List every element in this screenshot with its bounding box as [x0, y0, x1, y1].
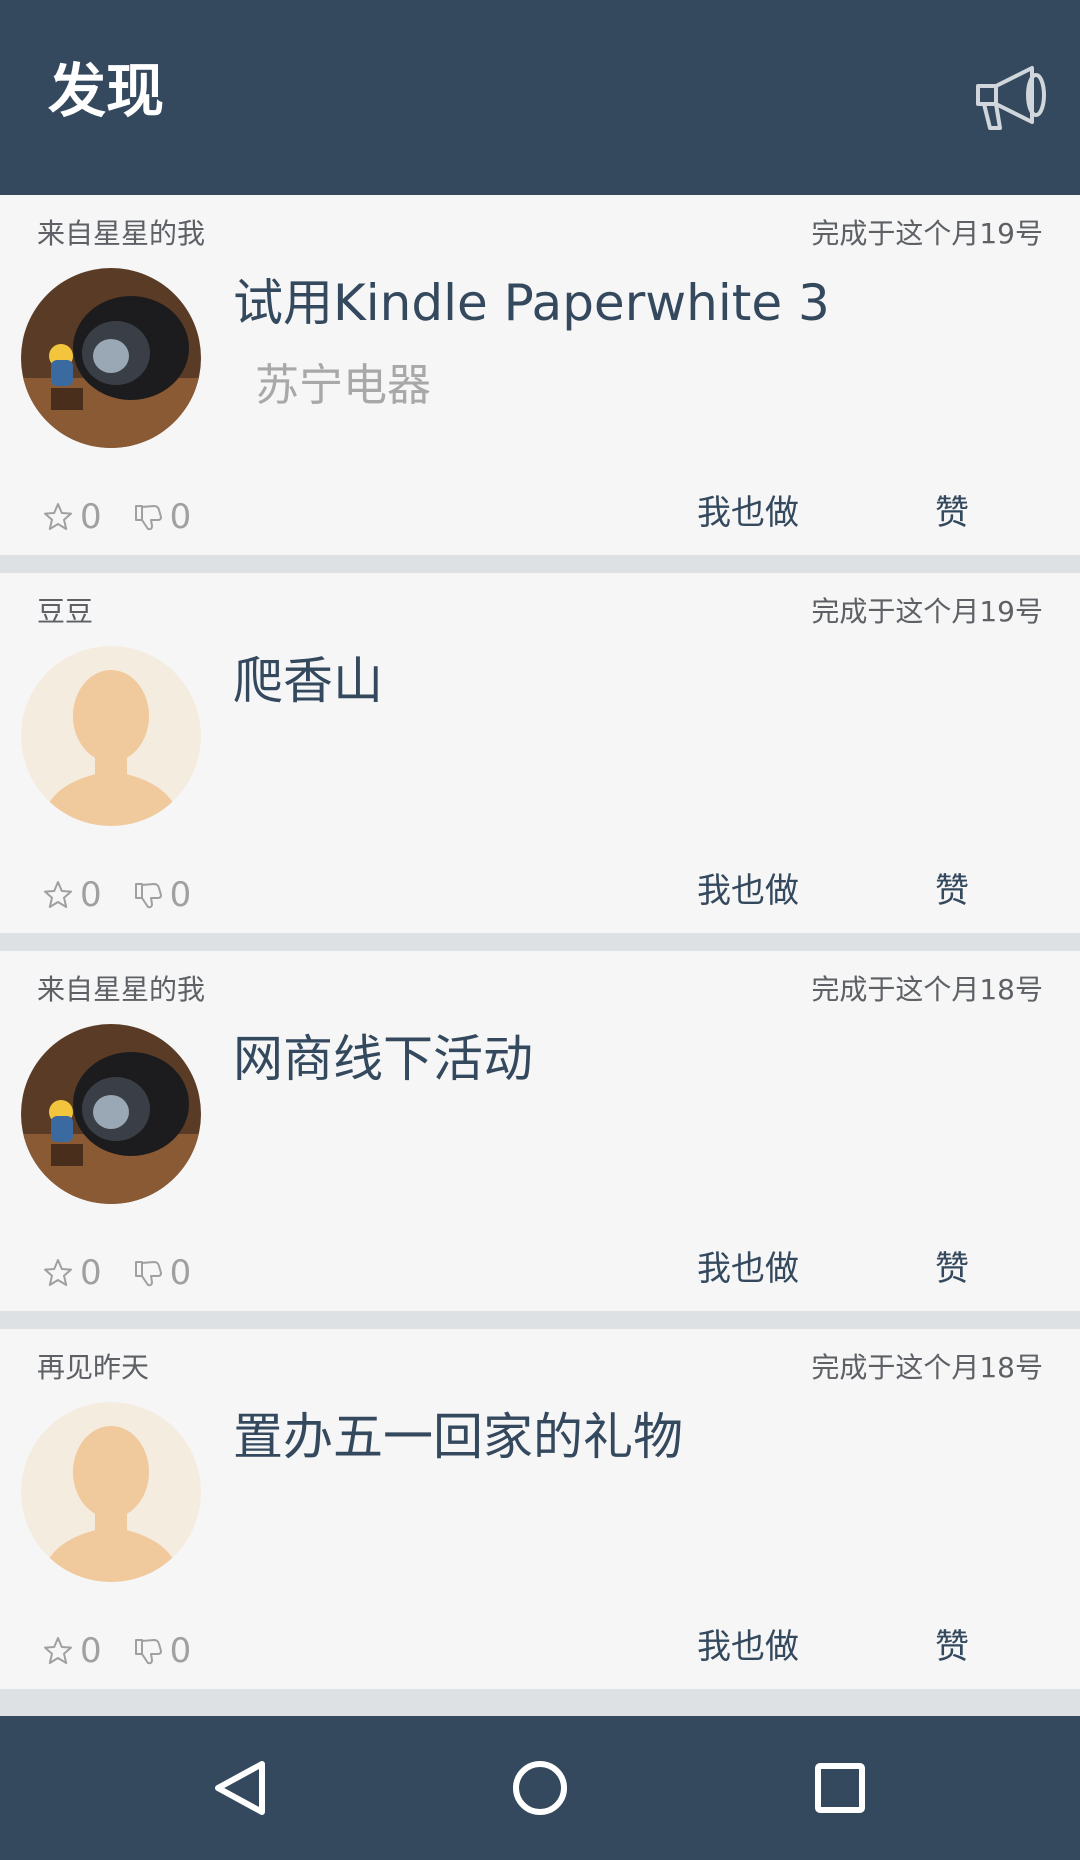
completion-time: 完成于这个月18号	[811, 1351, 1043, 1384]
sponsor-name: 苏宁电器	[255, 360, 431, 411]
task-title[interactable]: 试用Kindle Paperwhite 3	[233, 273, 830, 333]
do-too-button[interactable]: 我也做	[697, 493, 799, 534]
dislike-count: 0	[169, 875, 192, 915]
dislike-count: 0	[169, 1253, 192, 1293]
star-count: 0	[80, 1631, 102, 1671]
like-button[interactable]: 赞	[935, 1627, 969, 1668]
dislike-stat[interactable]: 0	[132, 497, 192, 537]
megaphone-icon[interactable]	[974, 62, 1050, 132]
thumbs-down-icon	[134, 1639, 162, 1665]
stats-row: 0 0	[42, 875, 221, 915]
stats-row: 0 0	[42, 1253, 221, 1293]
dislike-count: 0	[169, 1631, 192, 1671]
author-name[interactable]: 再见昨天	[37, 1351, 149, 1385]
star-icon	[44, 503, 72, 530]
navigation-bar	[0, 1716, 1080, 1860]
star-icon	[44, 1637, 72, 1664]
like-button[interactable]: 赞	[935, 1249, 969, 1290]
back-icon[interactable]	[204, 1752, 276, 1824]
star-icon	[44, 1259, 72, 1286]
do-too-button[interactable]: 我也做	[697, 1627, 799, 1668]
completion-time: 完成于这个月19号	[811, 217, 1043, 250]
thumbs-down-icon	[134, 1261, 162, 1287]
author-name[interactable]: 来自星星的我	[37, 217, 205, 251]
dislike-stat[interactable]: 0	[132, 875, 192, 915]
stats-row: 0 0	[42, 1631, 221, 1671]
avatar[interactable]	[21, 1402, 201, 1582]
completion-time: 完成于这个月19号	[811, 595, 1043, 628]
dislike-stat[interactable]: 0	[132, 1253, 192, 1293]
feed-card[interactable]: 来自星星的我 完成于这个月19号 试用Kindle Paperwhite 3 苏…	[0, 195, 1080, 555]
dislike-stat[interactable]: 0	[132, 1631, 192, 1671]
thumbs-down-icon	[134, 505, 162, 531]
feed-card[interactable]: 再见昨天 完成于这个月18号 置办五一回家的礼物 0 0 我也做 赞	[0, 1329, 1080, 1689]
stats-row: 0 0	[42, 497, 221, 537]
home-icon[interactable]	[504, 1752, 576, 1824]
avatar[interactable]	[21, 646, 201, 826]
star-count: 0	[80, 875, 102, 915]
task-title[interactable]: 网商线下活动	[233, 1029, 533, 1089]
task-title[interactable]: 爬香山	[233, 651, 383, 711]
author-name[interactable]: 豆豆	[37, 595, 93, 629]
star-count: 0	[80, 497, 102, 537]
star-icon	[44, 881, 72, 908]
star-stat[interactable]: 0	[42, 1631, 102, 1671]
star-stat[interactable]: 0	[42, 875, 102, 915]
star-count: 0	[80, 1253, 102, 1293]
page-title: 发现	[48, 57, 165, 125]
feed-card[interactable]: 豆豆 完成于这个月19号 爬香山 0 0 我也做 赞	[0, 573, 1080, 933]
thumbs-down-icon	[134, 883, 162, 909]
feed-card[interactable]: 来自星星的我 完成于这个月18号 网商线下活动 0 0 我也做 赞	[0, 951, 1080, 1311]
app-bar: 发现	[0, 0, 1080, 195]
task-title[interactable]: 置办五一回家的礼物	[233, 1407, 683, 1467]
completion-time: 完成于这个月18号	[811, 973, 1043, 1006]
avatar[interactable]	[21, 268, 201, 448]
like-button[interactable]: 赞	[935, 493, 969, 534]
avatar[interactable]	[21, 1024, 201, 1204]
author-name[interactable]: 来自星星的我	[37, 973, 205, 1007]
star-stat[interactable]: 0	[42, 497, 102, 537]
do-too-button[interactable]: 我也做	[697, 1249, 799, 1290]
do-too-button[interactable]: 我也做	[697, 871, 799, 912]
like-button[interactable]: 赞	[935, 871, 969, 912]
dislike-count: 0	[169, 497, 192, 537]
star-stat[interactable]: 0	[42, 1253, 102, 1293]
recents-icon[interactable]	[804, 1752, 876, 1824]
